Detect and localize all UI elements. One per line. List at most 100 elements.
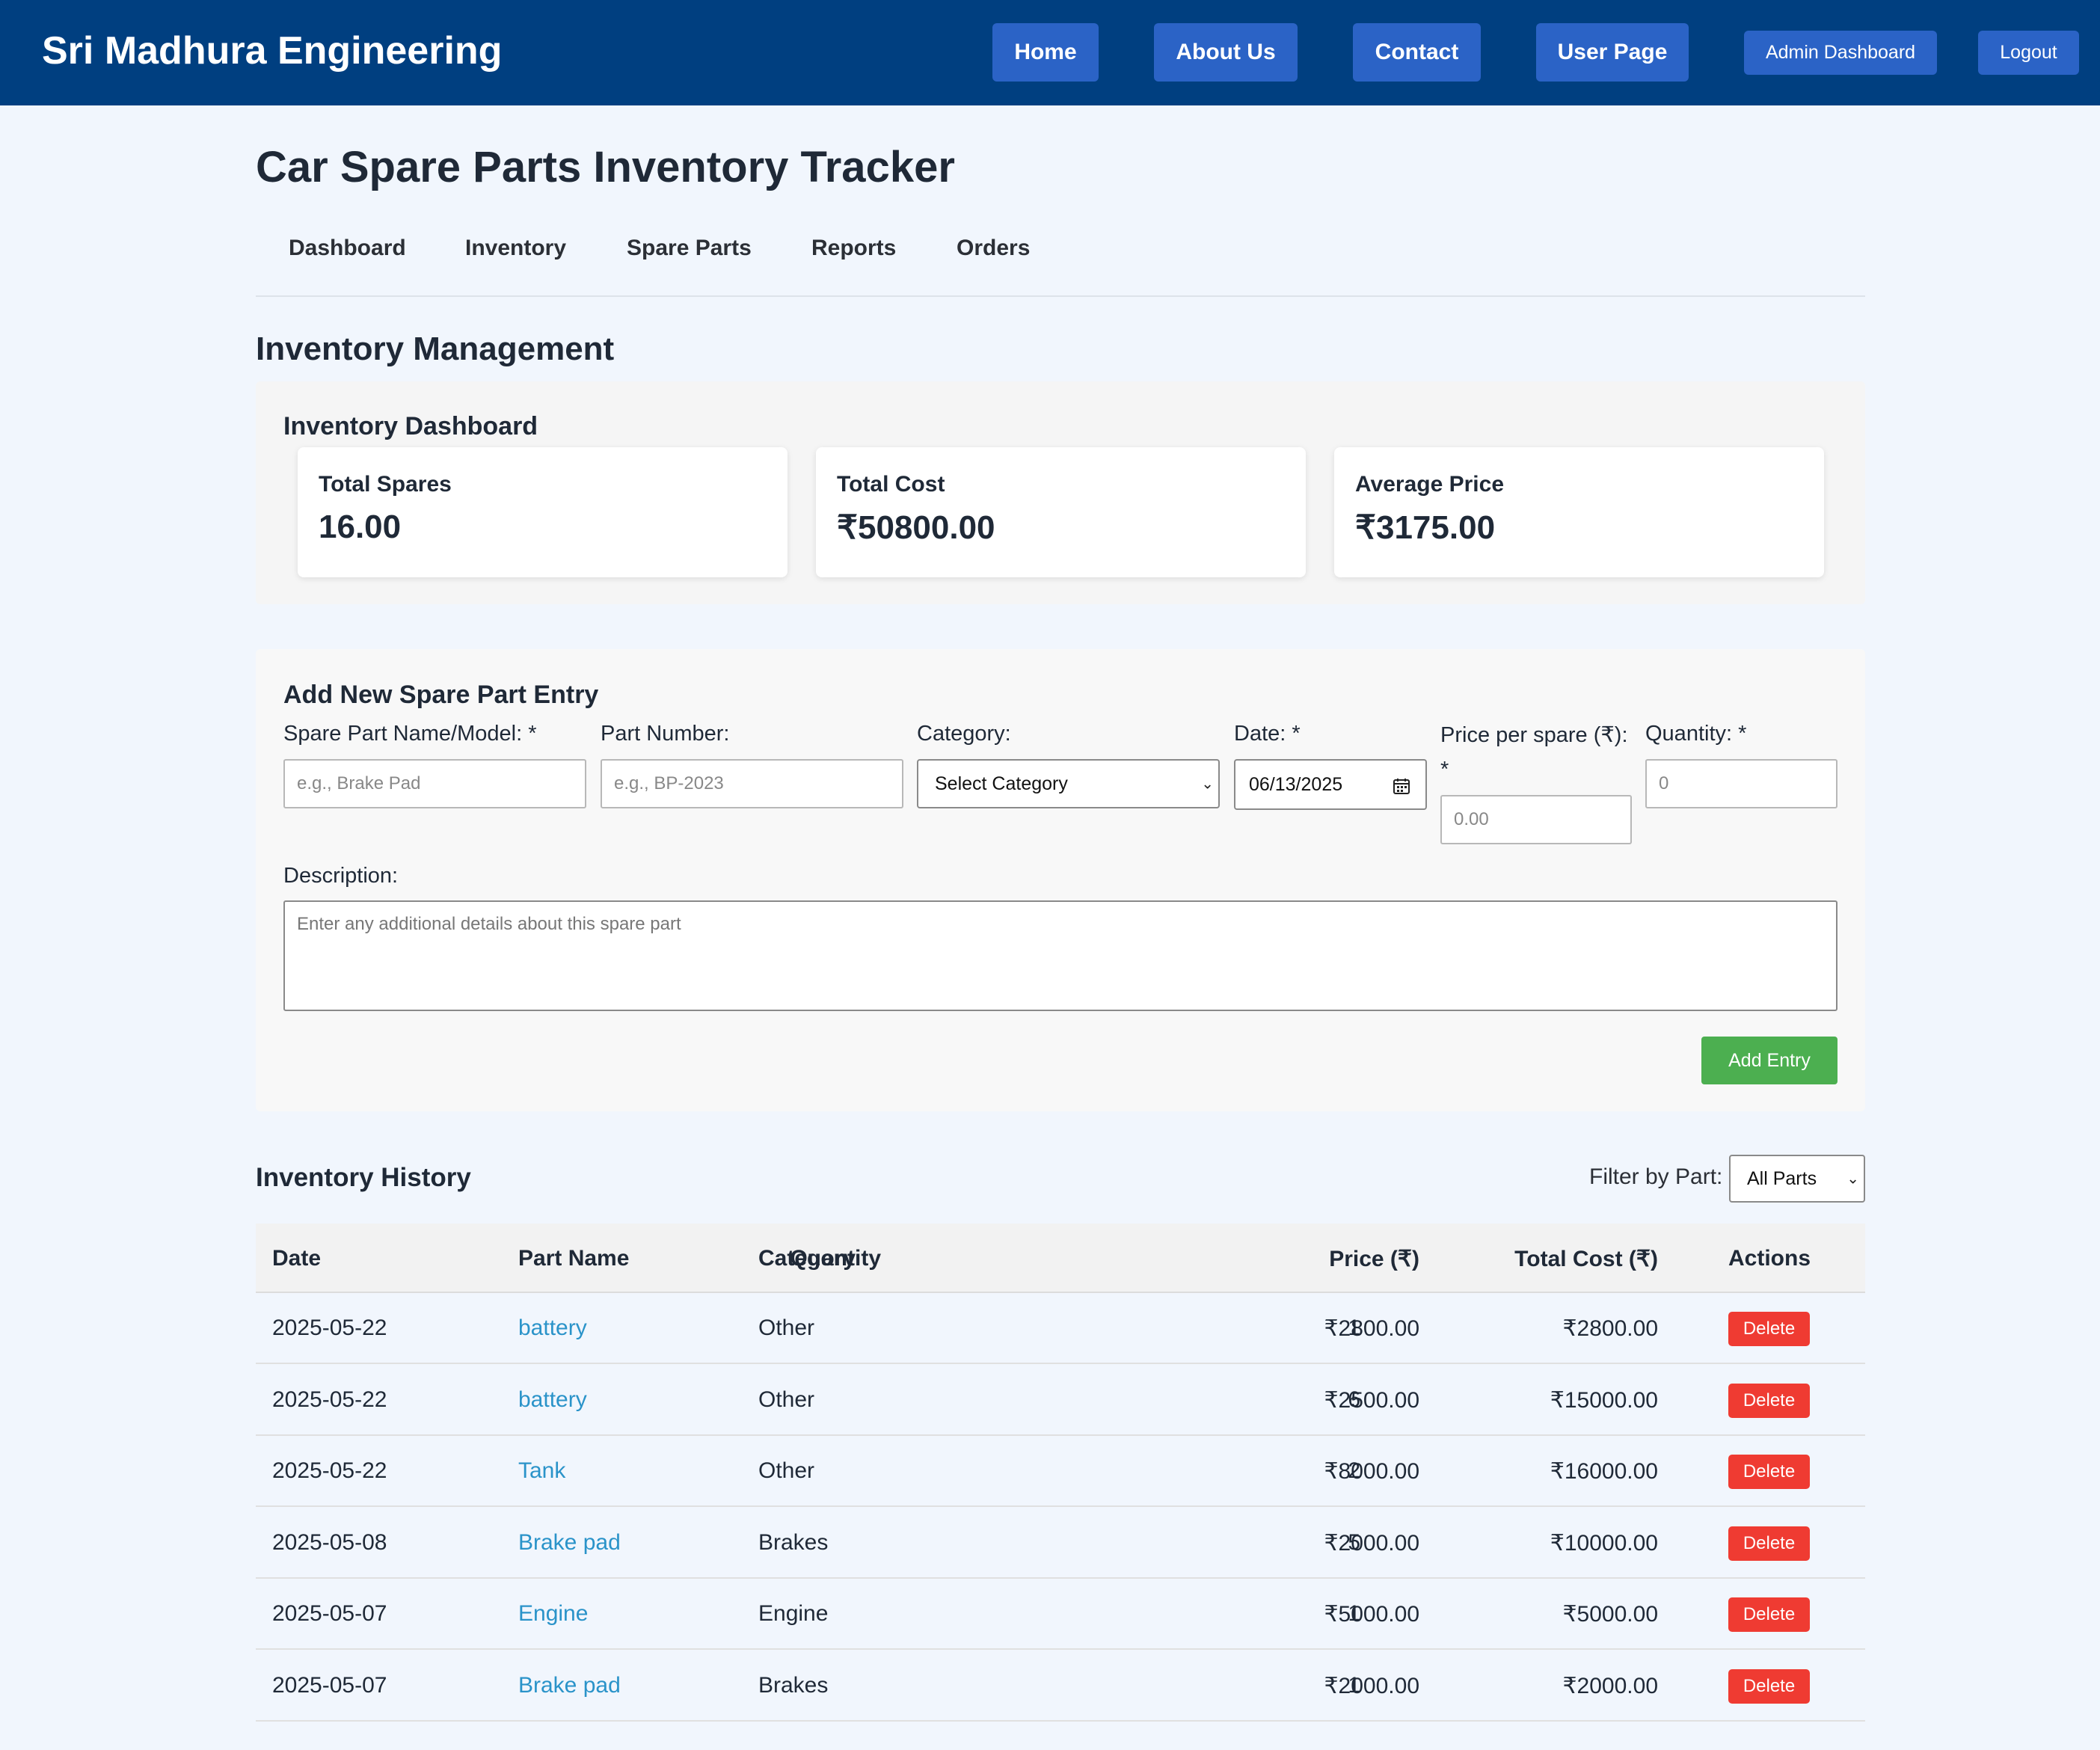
price-required-mark: * (1440, 758, 1449, 782)
table-row: 2025-05-22 battery Other ₹2800.00 1 ₹2800.00 D… (256, 1293, 1865, 1364)
cell-date: 2025-05-07 (272, 1601, 387, 1626)
cell-price: ₹2000.00 (1324, 1673, 1419, 1698)
part-number-input[interactable] (601, 759, 903, 808)
cell-quantity: 1 (1348, 1672, 1360, 1698)
cell-part-name-link[interactable]: Engine (518, 1601, 588, 1627)
filter-part-select[interactable]: All Parts ⌄ (1729, 1155, 1865, 1203)
table-row: 2025-05-07 Brake pad Brakes ₹2000.00 1 ₹2000.… (256, 1651, 1865, 1722)
cell-part-name-link[interactable]: battery (518, 1315, 587, 1341)
average-price-card: Average Price ₹3175.00 (1334, 447, 1824, 577)
cell-total-cost: ₹2800.00 (1562, 1316, 1658, 1341)
card-value: ₹3175.00 (1355, 509, 1496, 546)
filter-select-value: All Parts (1747, 1167, 1817, 1189)
cell-quantity: 6 (1348, 1387, 1360, 1412)
price-input[interactable] (1440, 795, 1632, 844)
delete-button[interactable]: Delete (1728, 1526, 1810, 1561)
tab-orders[interactable]: Orders (957, 236, 1030, 261)
delete-button[interactable]: Delete (1728, 1668, 1810, 1704)
col-part-name: Part Name (518, 1246, 630, 1271)
admin-dashboard-button[interactable]: Admin Dashboard (1744, 31, 1937, 75)
nav-about-button[interactable]: About Us (1154, 23, 1298, 82)
category-select-value: Select Category (935, 773, 1068, 794)
card-value: 16.00 (319, 509, 402, 545)
cell-date: 2025-05-08 (272, 1529, 387, 1555)
cell-part-name-link[interactable]: Tank (518, 1458, 565, 1484)
tab-dashboard[interactable]: Dashboard (289, 236, 406, 261)
col-actions: Actions (1728, 1246, 1811, 1271)
nav-contact-button[interactable]: Contact (1353, 23, 1481, 82)
cell-category: Engine (758, 1601, 829, 1626)
chevron-down-icon: ⌄ (1846, 1170, 1859, 1188)
cell-price: ₹2000.00 (1324, 1530, 1419, 1556)
card-value: ₹50800.00 (837, 509, 995, 546)
cell-category: Brakes (758, 1529, 829, 1555)
cell-date: 2025-05-22 (272, 1458, 387, 1483)
delete-button[interactable]: Delete (1728, 1312, 1810, 1346)
dashboard-title: Inventory Dashboard (283, 412, 538, 440)
table-row: 2025-05-22 battery Other ₹2500.00 6 ₹15000.00… (256, 1365, 1865, 1436)
col-quantity: Quantity (790, 1246, 881, 1271)
tab-inventory[interactable]: Inventory (465, 236, 566, 261)
cell-category: Brakes (758, 1672, 829, 1698)
cell-category: Other (758, 1387, 815, 1412)
total-spares-card: Total Spares 16.00 (298, 447, 788, 577)
delete-button[interactable]: Delete (1728, 1455, 1810, 1489)
card-label: Total Cost (837, 472, 945, 497)
cell-category: Other (758, 1458, 815, 1483)
cell-price: ₹5000.00 (1324, 1602, 1419, 1627)
col-total-cost: Total Cost (₹) (1514, 1247, 1658, 1271)
calendar-icon[interactable] (1393, 777, 1410, 795)
date-value: 06/13/2025 (1249, 773, 1343, 795)
cell-part-name-link[interactable]: battery (518, 1387, 587, 1413)
cell-price: ₹2800.00 (1324, 1316, 1419, 1341)
delete-button[interactable]: Delete (1728, 1597, 1810, 1632)
add-entry-panel: Add New Spare Part Entry (256, 649, 1865, 1111)
add-entry-button[interactable]: Add Entry (1701, 1037, 1838, 1084)
tab-reports[interactable]: Reports (811, 236, 896, 261)
cell-total-cost: ₹16000.00 (1550, 1459, 1658, 1484)
table-row: 2025-05-22 Tank Other ₹8000.00 2 ₹16000.00 Del… (256, 1436, 1865, 1507)
filter-label: Filter by Part: (1589, 1164, 1723, 1189)
cell-total-cost: ₹10000.00 (1550, 1530, 1658, 1556)
nav-user-page-button[interactable]: User Page (1536, 23, 1689, 82)
category-select[interactable]: Select Category ⌄ (917, 759, 1220, 808)
cell-part-name-link[interactable]: Brake pad (518, 1673, 621, 1698)
delete-button[interactable]: Delete (1728, 1383, 1810, 1418)
table-row: 2025-05-07 Engine Engine ₹5000.00 1 ₹5000.00 D… (256, 1579, 1865, 1650)
price-label: Price per spare (₹): (1440, 723, 1628, 747)
logout-button[interactable]: Logout (1978, 31, 2079, 75)
cell-quantity: 2 (1348, 1458, 1360, 1483)
card-label: Total Spares (319, 472, 452, 497)
col-price: Price (₹) (1329, 1247, 1419, 1271)
chevron-down-icon: ⌄ (1201, 776, 1214, 793)
description-textarea[interactable] (283, 900, 1838, 1011)
cell-quantity: 5 (1348, 1529, 1360, 1555)
cell-quantity: 1 (1348, 1315, 1360, 1340)
description-label: Description: (283, 864, 399, 888)
part-name-label: Spare Part Name/Model: * (283, 722, 537, 746)
history-title: Inventory History (256, 1163, 471, 1192)
col-date: Date (272, 1246, 322, 1271)
quantity-label: Quantity: * (1645, 722, 1747, 746)
top-header: Sri Madhura Engineering Home About Us Co… (0, 0, 2100, 105)
table-header: Date Part Name Category Price (₹) Quanti… (256, 1224, 1865, 1293)
section-title: Inventory Management (256, 331, 615, 367)
page-title: Car Spare Parts Inventory Tracker (256, 143, 955, 191)
cell-category: Other (758, 1315, 815, 1340)
cell-total-cost: ₹2000.00 (1562, 1673, 1658, 1698)
tabs-divider (256, 295, 1865, 297)
cell-price: ₹2500.00 (1324, 1387, 1419, 1413)
card-label: Average Price (1355, 472, 1505, 497)
cell-price: ₹8000.00 (1324, 1459, 1419, 1484)
part-number-label: Part Number: (601, 722, 730, 746)
cell-date: 2025-05-22 (272, 1315, 387, 1340)
date-input[interactable]: 06/13/2025 (1234, 759, 1427, 810)
part-name-input[interactable] (283, 759, 586, 808)
quantity-input[interactable] (1645, 759, 1838, 808)
cell-quantity: 1 (1348, 1601, 1360, 1626)
cell-date: 2025-05-07 (272, 1672, 387, 1698)
date-label: Date: * (1234, 722, 1301, 746)
cell-part-name-link[interactable]: Brake pad (518, 1530, 621, 1556)
tab-spare-parts[interactable]: Spare Parts (627, 236, 752, 261)
nav-home-button[interactable]: Home (992, 23, 1099, 82)
